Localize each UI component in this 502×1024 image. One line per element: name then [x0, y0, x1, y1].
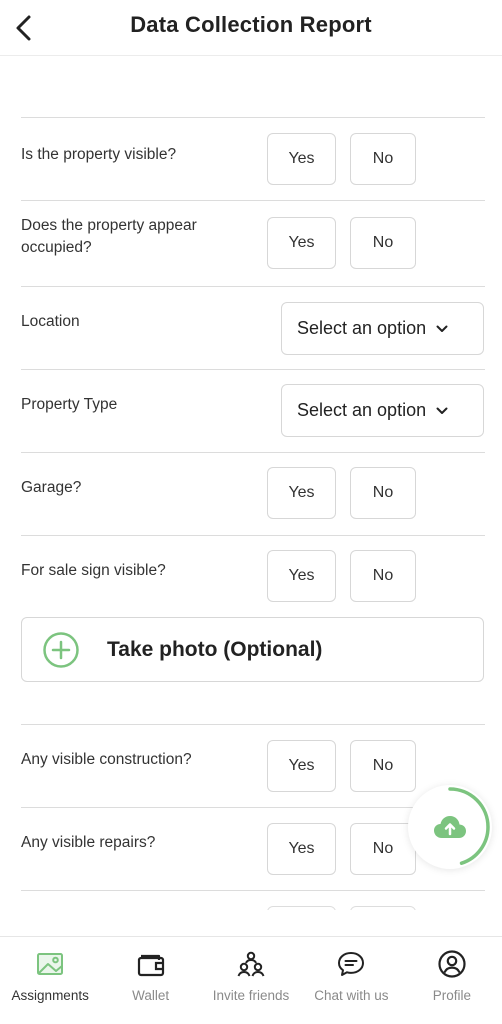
for-sale-sign-label: For sale sign visible? [21, 562, 166, 579]
divider [21, 286, 485, 287]
location-label: Location [21, 313, 80, 330]
divider [21, 890, 485, 891]
question-occupied-label: Does the property appear occupied? [21, 217, 197, 256]
property-type-select[interactable]: Select an option [281, 384, 484, 437]
divider [21, 452, 485, 453]
chevron-down-icon [436, 407, 448, 415]
location-select-value: Select an option [297, 318, 427, 338]
tab-invite-friends[interactable]: Invite friends [201, 937, 301, 1024]
page-title: Data Collection Report [130, 12, 372, 37]
construction-yes-button[interactable]: Yes [267, 740, 336, 792]
tab-chat-with-us[interactable]: Chat with us [301, 937, 401, 1024]
tab-invite-friends-label: Invite friends [212, 988, 290, 1003]
upload-progress-ring [410, 787, 490, 867]
repairs-yes-button[interactable]: Yes [267, 823, 336, 875]
location-select[interactable]: Select an option [281, 302, 484, 355]
repairs-no-button[interactable]: No [350, 823, 416, 875]
profile-icon [437, 949, 467, 979]
bottom-tab-bar: Assignments Wallet Invite friends Chat w… [0, 936, 502, 1024]
divider [21, 724, 485, 725]
tab-profile[interactable]: Profile [402, 937, 502, 1024]
divider [21, 535, 485, 536]
chat-icon [336, 949, 366, 979]
assignments-icon [35, 949, 65, 979]
tab-assignments-label: Assignments [11, 988, 89, 1003]
garage-no-button[interactable]: No [350, 467, 416, 519]
tab-profile-label: Profile [432, 988, 471, 1003]
upload-progress-button[interactable] [408, 785, 492, 869]
repairs-label: Any visible repairs? [21, 834, 156, 851]
invite-friends-icon [236, 949, 266, 979]
construction-no-button[interactable]: No [350, 740, 416, 792]
property-type-label: Property Type [21, 396, 118, 413]
plus-circle-icon [42, 631, 80, 669]
occupied-yes-button[interactable]: Yes [267, 217, 336, 269]
chevron-down-icon [436, 325, 448, 333]
garage-yes-button[interactable]: Yes [267, 467, 336, 519]
wallet-icon [136, 949, 166, 979]
question-property-visible-label: Is the property visible? [21, 146, 177, 163]
tab-wallet[interactable]: Wallet [100, 937, 200, 1024]
app-header: Data Collection Report [0, 0, 502, 56]
take-photo-button[interactable]: Take photo (Optional) [21, 617, 484, 682]
garage-label: Garage? [21, 479, 82, 496]
property-type-select-value: Select an option [297, 400, 427, 420]
tab-assignments[interactable]: Assignments [0, 937, 100, 1024]
occupied-no-button[interactable]: No [350, 217, 416, 269]
take-photo-label: Take photo (Optional) [107, 637, 323, 661]
construction-label: Any visible construction? [21, 751, 192, 768]
divider [21, 369, 485, 370]
for-sale-sign-no-button[interactable]: No [350, 550, 416, 602]
tab-wallet-label: Wallet [132, 988, 170, 1003]
tab-chat-with-us-label: Chat with us [314, 988, 389, 1003]
property-visible-no-button[interactable]: No [350, 133, 416, 185]
scroll-fade [0, 895, 502, 910]
property-visible-yes-button[interactable]: Yes [267, 133, 336, 185]
divider [21, 117, 485, 118]
form-content[interactable]: Is the property visible? Yes No Does the… [0, 57, 502, 910]
for-sale-sign-yes-button[interactable]: Yes [267, 550, 336, 602]
divider [21, 200, 485, 201]
